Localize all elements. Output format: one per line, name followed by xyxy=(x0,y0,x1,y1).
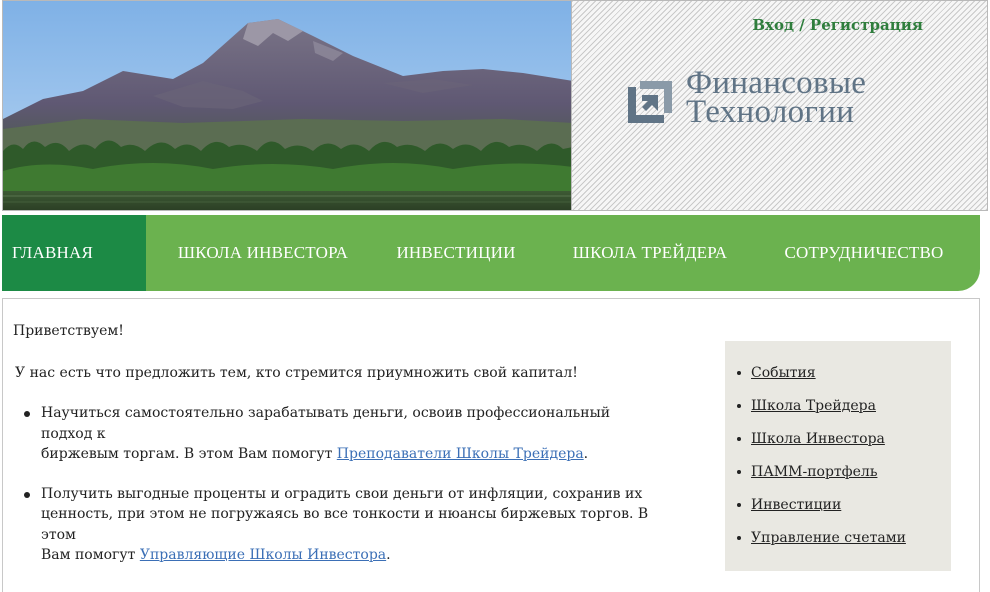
investor-school-managers-link[interactable]: Управляющие Школы Инвестора xyxy=(140,547,386,563)
bullet-2-line-3: Вам помогут xyxy=(41,547,140,563)
bullet-dot xyxy=(737,536,741,540)
hero-mountain-image xyxy=(2,0,572,211)
logo-line-2: Технологии xyxy=(686,94,855,130)
sidebar-item-account-management: Управление счетами xyxy=(737,530,906,546)
site-logo[interactable]: Финансовые Технологии xyxy=(624,67,924,133)
sidebar-link-account-management[interactable]: Управление счетами xyxy=(751,530,906,546)
nav-item-trader-school[interactable]: ШКОЛА ТРЕЙДЕРА xyxy=(532,215,768,291)
bullet-dot xyxy=(737,470,741,474)
trader-school-teachers-link[interactable]: Преподаватели Школы Трейдера xyxy=(337,446,584,462)
nav-item-cooperation[interactable]: СОТРУДНИЧЕСТВО xyxy=(768,215,960,291)
brand-panel: Вход / Регистрация Финансовые Технологии xyxy=(572,0,988,211)
nav-item-home[interactable]: ГЛАВНАЯ xyxy=(2,215,146,291)
site-header: Вход / Регистрация Финансовые Технологии xyxy=(2,0,988,211)
sidebar-link-investments[interactable]: Инвестиции xyxy=(751,497,841,513)
auth-link-wrapper: Вход / Регистрация xyxy=(752,16,923,34)
main-content: Приветствуем! У нас есть что предложить … xyxy=(2,298,980,592)
benefits-list: Научиться самостоятельно зарабатывать де… xyxy=(24,403,661,585)
bullet-2-line-2: ценность, при этом не погружаясь во все … xyxy=(41,506,649,543)
list-item: Получить выгодные проценты и оградить св… xyxy=(24,484,661,566)
greeting-text: Приветствуем! xyxy=(13,323,124,339)
bullet-2-line-1: Получить выгодные проценты и оградить св… xyxy=(41,485,643,502)
nav-item-investor-school[interactable]: ШКОЛА ИНВЕСТОРА xyxy=(146,215,380,291)
nav-item-investments[interactable]: ИНВЕСТИЦИИ xyxy=(380,215,532,291)
bullet-dot xyxy=(737,503,741,507)
bullet-2-tail: . xyxy=(386,547,391,563)
main-nav: ГЛАВНАЯ ШКОЛА ИНВЕСТОРА ИНВЕСТИЦИИ ШКОЛА… xyxy=(2,215,980,291)
sidebar-link-events[interactable]: События xyxy=(751,365,816,381)
list-item: Научиться самостоятельно зарабатывать де… xyxy=(24,403,661,465)
sidebar-item-investments: Инвестиции xyxy=(737,497,841,513)
sidebar-menu: События Школа Трейдера Школа Инвестора П… xyxy=(725,341,951,571)
bullet-dot xyxy=(737,437,741,441)
sidebar-link-investor-school[interactable]: Школа Инвестора xyxy=(751,431,885,447)
sidebar-item-investor-school: Школа Инвестора xyxy=(737,431,885,447)
sidebar-link-trader-school[interactable]: Школа Трейдера xyxy=(751,398,876,414)
intro-text: У нас есть что предложить тем, кто стрем… xyxy=(15,365,578,381)
sidebar-item-trader-school: Школа Трейдера xyxy=(737,398,876,414)
login-register-link[interactable]: Вход / Регистрация xyxy=(752,16,923,34)
square-arrow-logo-icon xyxy=(628,81,672,123)
bullet-1-line-2: биржевым торгам. В этом Вам помогут xyxy=(41,446,337,462)
logo-text: Финансовые Технологии xyxy=(686,67,866,130)
bullet-dot xyxy=(737,404,741,408)
sidebar-item-pamm: ПАММ-портфель xyxy=(737,464,877,480)
bullet-dot xyxy=(737,371,741,375)
bullet-1-line-1: Научиться самостоятельно зарабатывать де… xyxy=(41,405,611,442)
sidebar-item-events: События xyxy=(737,365,816,381)
sidebar-link-pamm[interactable]: ПАММ-портфель xyxy=(751,464,877,480)
bullet-1-tail: . xyxy=(583,446,589,462)
